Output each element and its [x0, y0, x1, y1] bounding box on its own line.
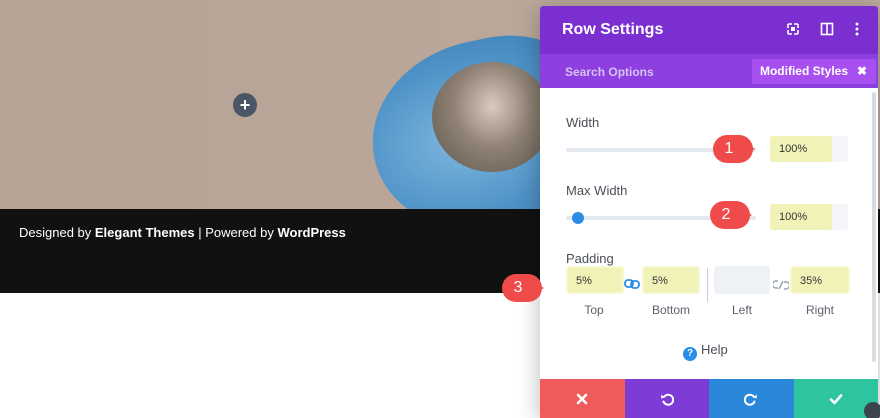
resize-handle-icon[interactable]: [864, 402, 880, 418]
width-field[interactable]: 100%: [770, 136, 848, 162]
footer-separator: | Powered by: [194, 225, 278, 240]
callout-marker-3: 3: [500, 272, 544, 304]
padding-top-input[interactable]: 5%: [566, 266, 624, 294]
modified-styles-label: Modified Styles: [759, 64, 848, 78]
padding-right-caption: Right: [805, 303, 834, 317]
unlink-icon[interactable]: [771, 279, 791, 294]
callout-marker-2: 2: [708, 199, 752, 231]
search-options-button[interactable]: Search Options: [565, 65, 654, 79]
callout-number-2: 2: [721, 206, 731, 223]
padding-bottom-value: 5%: [652, 275, 668, 287]
add-module-button[interactable]: +: [233, 93, 257, 117]
width-value: 100%: [779, 143, 808, 155]
max-width-label: Max Width: [566, 183, 628, 198]
plus-icon: +: [239, 95, 251, 115]
modified-styles-filter[interactable]: Modified Styles ✖: [751, 59, 876, 84]
close-icon[interactable]: ✖: [857, 59, 867, 84]
footer-credits: Designed by Elegant Themes | Powered by …: [19, 225, 346, 240]
link-icon[interactable]: [624, 278, 640, 293]
callout-number-1: 1: [724, 140, 734, 157]
modal-title: Row Settings: [562, 21, 664, 38]
hamster-image: [432, 62, 552, 172]
callout-marker-1: 1: [711, 133, 755, 165]
padding-bottom-caption: Bottom: [651, 303, 690, 317]
modal-subheader: Search Options Modified Styles ✖: [540, 54, 878, 88]
max-width-field[interactable]: 100%: [770, 204, 848, 230]
split-view-icon[interactable]: [818, 20, 836, 38]
callout-number-3: 3: [513, 279, 523, 296]
max-width-slider-handle[interactable]: [572, 212, 584, 224]
modal-action-bar: [540, 379, 878, 418]
redo-icon: [744, 393, 758, 406]
padding-divider: [707, 268, 708, 302]
footer-brand-wordpress[interactable]: WordPress: [277, 225, 345, 240]
help-label: Help: [701, 342, 728, 357]
padding-right-input[interactable]: 35%: [790, 266, 850, 294]
question-icon: ?: [683, 347, 697, 361]
padding-label: Padding: [566, 251, 614, 266]
close-icon: [576, 393, 588, 404]
check-icon: [829, 393, 843, 404]
undo-icon: [660, 393, 674, 406]
help-link[interactable]: ? Help: [683, 342, 728, 361]
expand-icon[interactable]: [784, 20, 802, 38]
padding-bottom-input[interactable]: 5%: [642, 266, 700, 294]
padding-top-value: 5%: [576, 275, 592, 287]
padding-left-input[interactable]: [714, 266, 770, 294]
modal-scrollbar[interactable]: [872, 92, 876, 362]
padding-left-caption: Left: [731, 303, 752, 317]
width-label: Width: [566, 115, 600, 130]
footer-prefix: Designed by: [19, 225, 95, 240]
page: + Designed by Elegant Themes | Powered b…: [0, 0, 880, 418]
discard-button[interactable]: [540, 379, 625, 418]
max-width-value: 100%: [779, 211, 808, 223]
footer-brand-elegant[interactable]: Elegant Themes: [95, 225, 195, 240]
modal-header: Row Settings: [540, 6, 878, 54]
redo-button[interactable]: [709, 379, 794, 418]
padding-right-value: 35%: [800, 275, 823, 287]
more-vertical-icon[interactable]: [848, 20, 866, 38]
undo-button[interactable]: [624, 379, 709, 418]
padding-top-caption: Top: [584, 303, 604, 317]
